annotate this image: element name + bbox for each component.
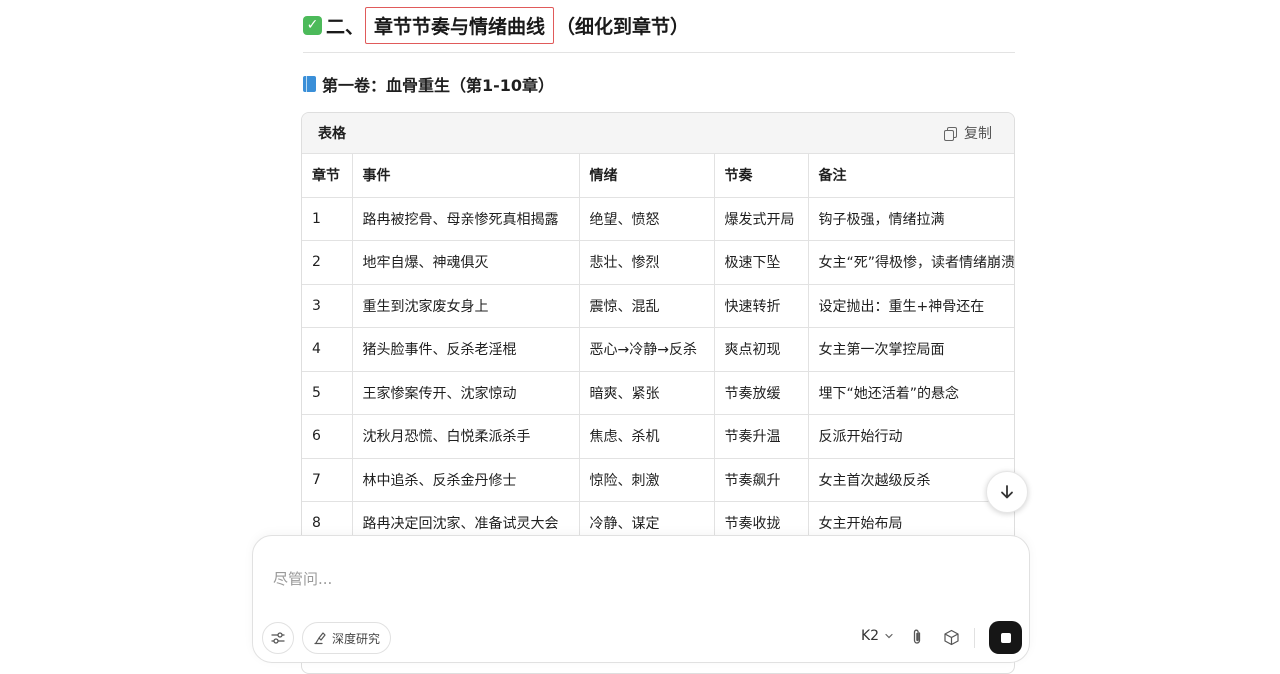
cell-notes: 反派开始行动 [808,414,1014,459]
cell-emotion: 惊险、刺激 [579,458,715,502]
cell-pace: 节奏飙升 [714,458,809,502]
copy-icon [944,126,957,141]
cell-notes: 钩子极强，情绪拉满 [808,197,1014,241]
table-row: 1 路冉被挖骨、母亲惨死真相揭露 绝望、愤怒 爆发式开局 钩子极强，情绪拉满 [302,197,1014,241]
cell-event: 重生到沈家废女身上 [352,284,580,328]
cell-event: 王家惨案传开、沈家惊动 [352,371,580,415]
table-row: 7 林中追杀、反杀金丹修士 惊险、刺激 节奏飙升 女主首次越级反杀 [302,458,1014,502]
column-header-pace: 节奏 [714,154,809,198]
cell-pace: 爆发式开局 [714,197,809,241]
cell-emotion: 恶心→冷静→反杀 [579,327,715,372]
cell-chapter: 5 [302,371,353,415]
toolbar-divider [974,628,975,648]
column-header-notes: 备注 [808,154,1014,198]
cell-notes: 女主“死”得极惨，读者情绪崩溃 [808,240,1014,285]
cell-emotion: 焦虑、杀机 [579,414,715,459]
cell-pace: 快速转折 [714,284,809,328]
copy-label: 复制 [964,126,992,142]
section-heading-highlight: 章节节奏与情绪曲线 [365,6,555,44]
volume-heading: 第一卷：血骨重生（第1-10章） [303,72,554,96]
column-header-event: 事件 [352,154,580,198]
section-heading-prefix: 二、 [326,15,365,38]
table-header-row: 章节 事件 情绪 节奏 备注 [302,154,1014,198]
table-header-bar: 表格 复制 [302,113,1014,154]
stop-button[interactable] [989,621,1022,654]
section-heading-suffix: （细化到章节） [556,15,690,38]
cell-notes: 埋下“她还活着”的悬念 [808,371,1014,415]
model-label: K2 [861,628,880,644]
section-heading: ✓ 二、 章节节奏与情绪曲线 （细化到章节） [303,6,690,44]
cell-emotion: 震惊、混乱 [579,284,715,328]
cube-button[interactable] [941,627,961,647]
cell-chapter: 2 [302,240,353,285]
cell-event: 路冉被挖骨、母亲惨死真相揭露 [352,197,580,241]
cell-chapter: 3 [302,284,353,328]
table-label: 表格 [318,126,346,142]
cell-chapter: 7 [302,458,353,502]
cell-notes: 女主首次越级反杀 [808,458,1014,502]
column-header-chapter: 章节 [302,154,353,198]
deep-research-button[interactable]: 深度研究 [302,622,392,654]
research-icon [314,632,326,645]
cell-event: 林中追杀、反杀金丹修士 [352,458,580,502]
table-row: 3 重生到沈家废女身上 震惊、混乱 快速转折 设定抛出：重生+神骨还在 [302,284,1014,328]
divider [303,52,1015,53]
deep-research-label: 深度研究 [332,631,381,646]
table-row: 4 猪头脸事件、反杀老淫棍 恶心→冷静→反杀 爽点初现 女主第一次掌控局面 [302,327,1014,372]
cell-chapter: 1 [302,197,353,241]
model-selector[interactable]: K2 [861,628,894,644]
cell-emotion: 暗爽、紧张 [579,371,715,415]
message-input[interactable] [271,548,1015,610]
book-icon [303,76,316,92]
cell-pace: 节奏放缓 [714,371,809,415]
cell-pace: 节奏升温 [714,414,809,459]
cell-pace: 极速下坠 [714,240,809,285]
tools-button[interactable] [262,622,294,654]
chevron-down-icon [885,633,893,639]
cell-emotion: 悲壮、惨烈 [579,240,715,285]
cell-event: 沈秋月恐慌、白悦柔派杀手 [352,414,580,459]
cell-event: 猪头脸事件、反杀老淫棍 [352,327,580,372]
table-row: 6 沈秋月恐慌、白悦柔派杀手 焦虑、杀机 节奏升温 反派开始行动 [302,414,1014,459]
stop-icon [1000,632,1011,643]
attach-button[interactable] [907,627,927,647]
cell-pace: 爽点初现 [714,327,809,372]
cell-chapter: 6 [302,414,353,459]
arrow-down-icon [1001,485,1013,499]
cell-emotion: 绝望、愤怒 [579,197,715,241]
paperclip-icon [913,629,921,644]
check-icon: ✓ [303,15,322,35]
table-row: 5 王家惨案传开、沈家惊动 暗爽、紧张 节奏放缓 埋下“她还活着”的悬念 [302,371,1014,415]
volume-title: 第一卷：血骨重生（第1-10章） [322,76,555,95]
scroll-to-bottom-button[interactable] [986,471,1028,513]
chapter-table: 章节 事件 情绪 节奏 备注 1 路冉被挖骨、母亲惨死真相揭露 绝望、愤怒 爆发… [302,154,1014,546]
cell-chapter: 4 [302,327,353,372]
cell-event: 地牢自爆、神魂俱灭 [352,240,580,285]
copy-button[interactable]: 复制 [944,123,992,143]
cube-icon [943,629,959,645]
composer: 深度研究 K2 [252,535,1030,663]
table-row: 2 地牢自爆、神魂俱灭 悲壮、惨烈 极速下坠 女主“死”得极惨，读者情绪崩溃 [302,240,1014,285]
cell-notes: 女主第一次掌控局面 [808,327,1014,372]
cell-notes: 设定抛出：重生+神骨还在 [808,284,1014,328]
column-header-emotion: 情绪 [579,154,715,198]
sliders-icon [271,632,285,644]
